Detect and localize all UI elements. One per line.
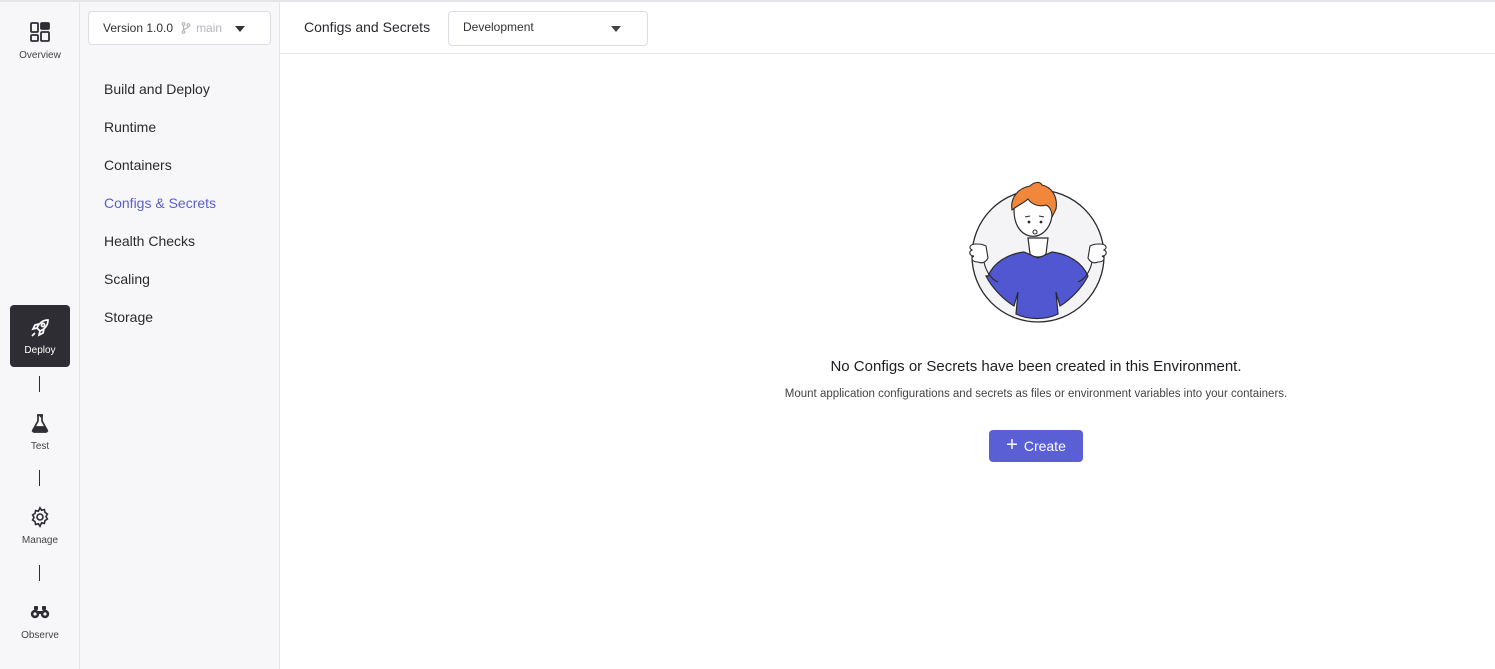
empty-state-title: No Configs or Secrets have been created … xyxy=(830,358,1242,375)
environment-select[interactable]: Development xyxy=(448,11,648,46)
rail-connector xyxy=(39,470,40,486)
sidebar-item-build-and-deploy[interactable]: Build and Deploy xyxy=(80,70,279,108)
rail-deploy[interactable]: Deploy xyxy=(10,305,70,367)
gear-icon xyxy=(28,505,52,529)
dashboard-icon xyxy=(28,20,52,44)
rail-manage-label: Manage xyxy=(21,535,59,546)
rail-observe-label: Observe xyxy=(21,630,59,641)
rail-connector xyxy=(39,376,40,392)
rail-deploy-label: Deploy xyxy=(24,345,56,356)
sidebar-item-configs-secrets[interactable]: Configs & Secrets xyxy=(80,184,279,222)
sidebar-item-scaling[interactable]: Scaling xyxy=(80,260,279,298)
primary-rail: Overview Deploy Test Manage Observe xyxy=(0,2,80,669)
empty-state-description: Mount application configurations and sec… xyxy=(784,388,1288,400)
branch-indicator: main xyxy=(181,21,222,35)
page-header: Configs and Secrets Development xyxy=(280,2,1495,54)
page-title: Configs and Secrets xyxy=(304,19,431,35)
sidebar-item-containers[interactable]: Containers xyxy=(80,146,279,184)
environment-value: Development xyxy=(463,20,534,34)
branch-label: main xyxy=(196,21,223,35)
rocket-icon xyxy=(28,316,52,340)
binoculars-icon xyxy=(28,600,52,624)
rail-test-label: Test xyxy=(30,441,50,452)
empty-state-illustration xyxy=(969,181,1107,323)
create-button-label: Create xyxy=(1023,438,1066,454)
sidebar-nav: Build and Deploy Runtime Containers Conf… xyxy=(80,70,279,336)
rail-test[interactable]: Test xyxy=(10,411,70,452)
plus-icon: + xyxy=(1006,433,1018,456)
rail-observe[interactable]: Observe xyxy=(10,600,70,641)
chevron-down-icon xyxy=(611,26,621,32)
version-label: Version 1.0.0 xyxy=(103,21,174,35)
secondary-sidebar: Version 1.0.0 main Build and Deploy Runt… xyxy=(80,2,280,669)
rail-connector xyxy=(39,565,40,581)
create-button[interactable]: + Create xyxy=(989,430,1083,462)
sidebar-item-health-checks[interactable]: Health Checks xyxy=(80,222,279,260)
chevron-down-icon xyxy=(235,26,245,32)
sidebar-item-runtime[interactable]: Runtime xyxy=(80,108,279,146)
sidebar-item-storage[interactable]: Storage xyxy=(80,298,279,336)
git-branch-icon xyxy=(181,22,191,34)
rail-overview[interactable]: Overview xyxy=(10,20,70,61)
rail-manage[interactable]: Manage xyxy=(10,505,70,546)
rail-overview-label: Overview xyxy=(19,50,61,61)
version-selector[interactable]: Version 1.0.0 main xyxy=(88,11,271,45)
flask-icon xyxy=(28,411,52,435)
